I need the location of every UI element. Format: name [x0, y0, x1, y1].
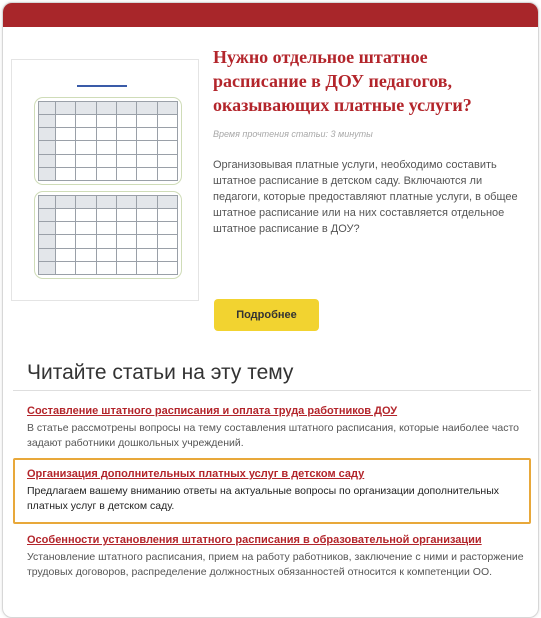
article-description: Организовывая платные услуги, необходимо… — [213, 159, 518, 235]
section-divider — [13, 390, 531, 391]
article-card-frame: Нужно отдельное штатное расписание в ДОУ… — [2, 2, 539, 618]
related-article: Составление штатного расписания и оплата… — [27, 404, 527, 451]
related-article-link[interactable]: Особенности установления штатного распис… — [27, 533, 527, 548]
article-title[interactable]: Нужно отдельное штатное расписание в ДОУ… — [213, 45, 513, 117]
related-article-description: Установление штатного расписания, прием … — [27, 551, 524, 578]
top-brand-bar — [3, 3, 538, 27]
read-time: Время прочтения статьи: 3 минуты — [213, 129, 373, 139]
related-article-description: В статье рассмотрены вопросы на тему сос… — [27, 422, 520, 449]
related-article: Особенности установления штатного распис… — [27, 533, 527, 580]
read-more-button[interactable]: Подробнее — [214, 299, 319, 331]
related-article-highlighted: Организация дополнительных платных услуг… — [27, 467, 527, 514]
thumbnail-title-line — [77, 85, 127, 87]
related-articles-heading: Читайте статьи на эту тему — [27, 361, 294, 384]
thumbnail-table-top — [34, 97, 182, 185]
article-thumbnail[interactable] — [11, 59, 199, 301]
related-article-link[interactable]: Организация дополнительных платных услуг… — [27, 467, 527, 482]
related-article-link[interactable]: Составление штатного расписания и оплата… — [27, 404, 527, 419]
related-article-description: Предлагаем вашему вниманию ответы на акт… — [27, 485, 500, 512]
thumbnail-table-bottom — [34, 191, 182, 279]
